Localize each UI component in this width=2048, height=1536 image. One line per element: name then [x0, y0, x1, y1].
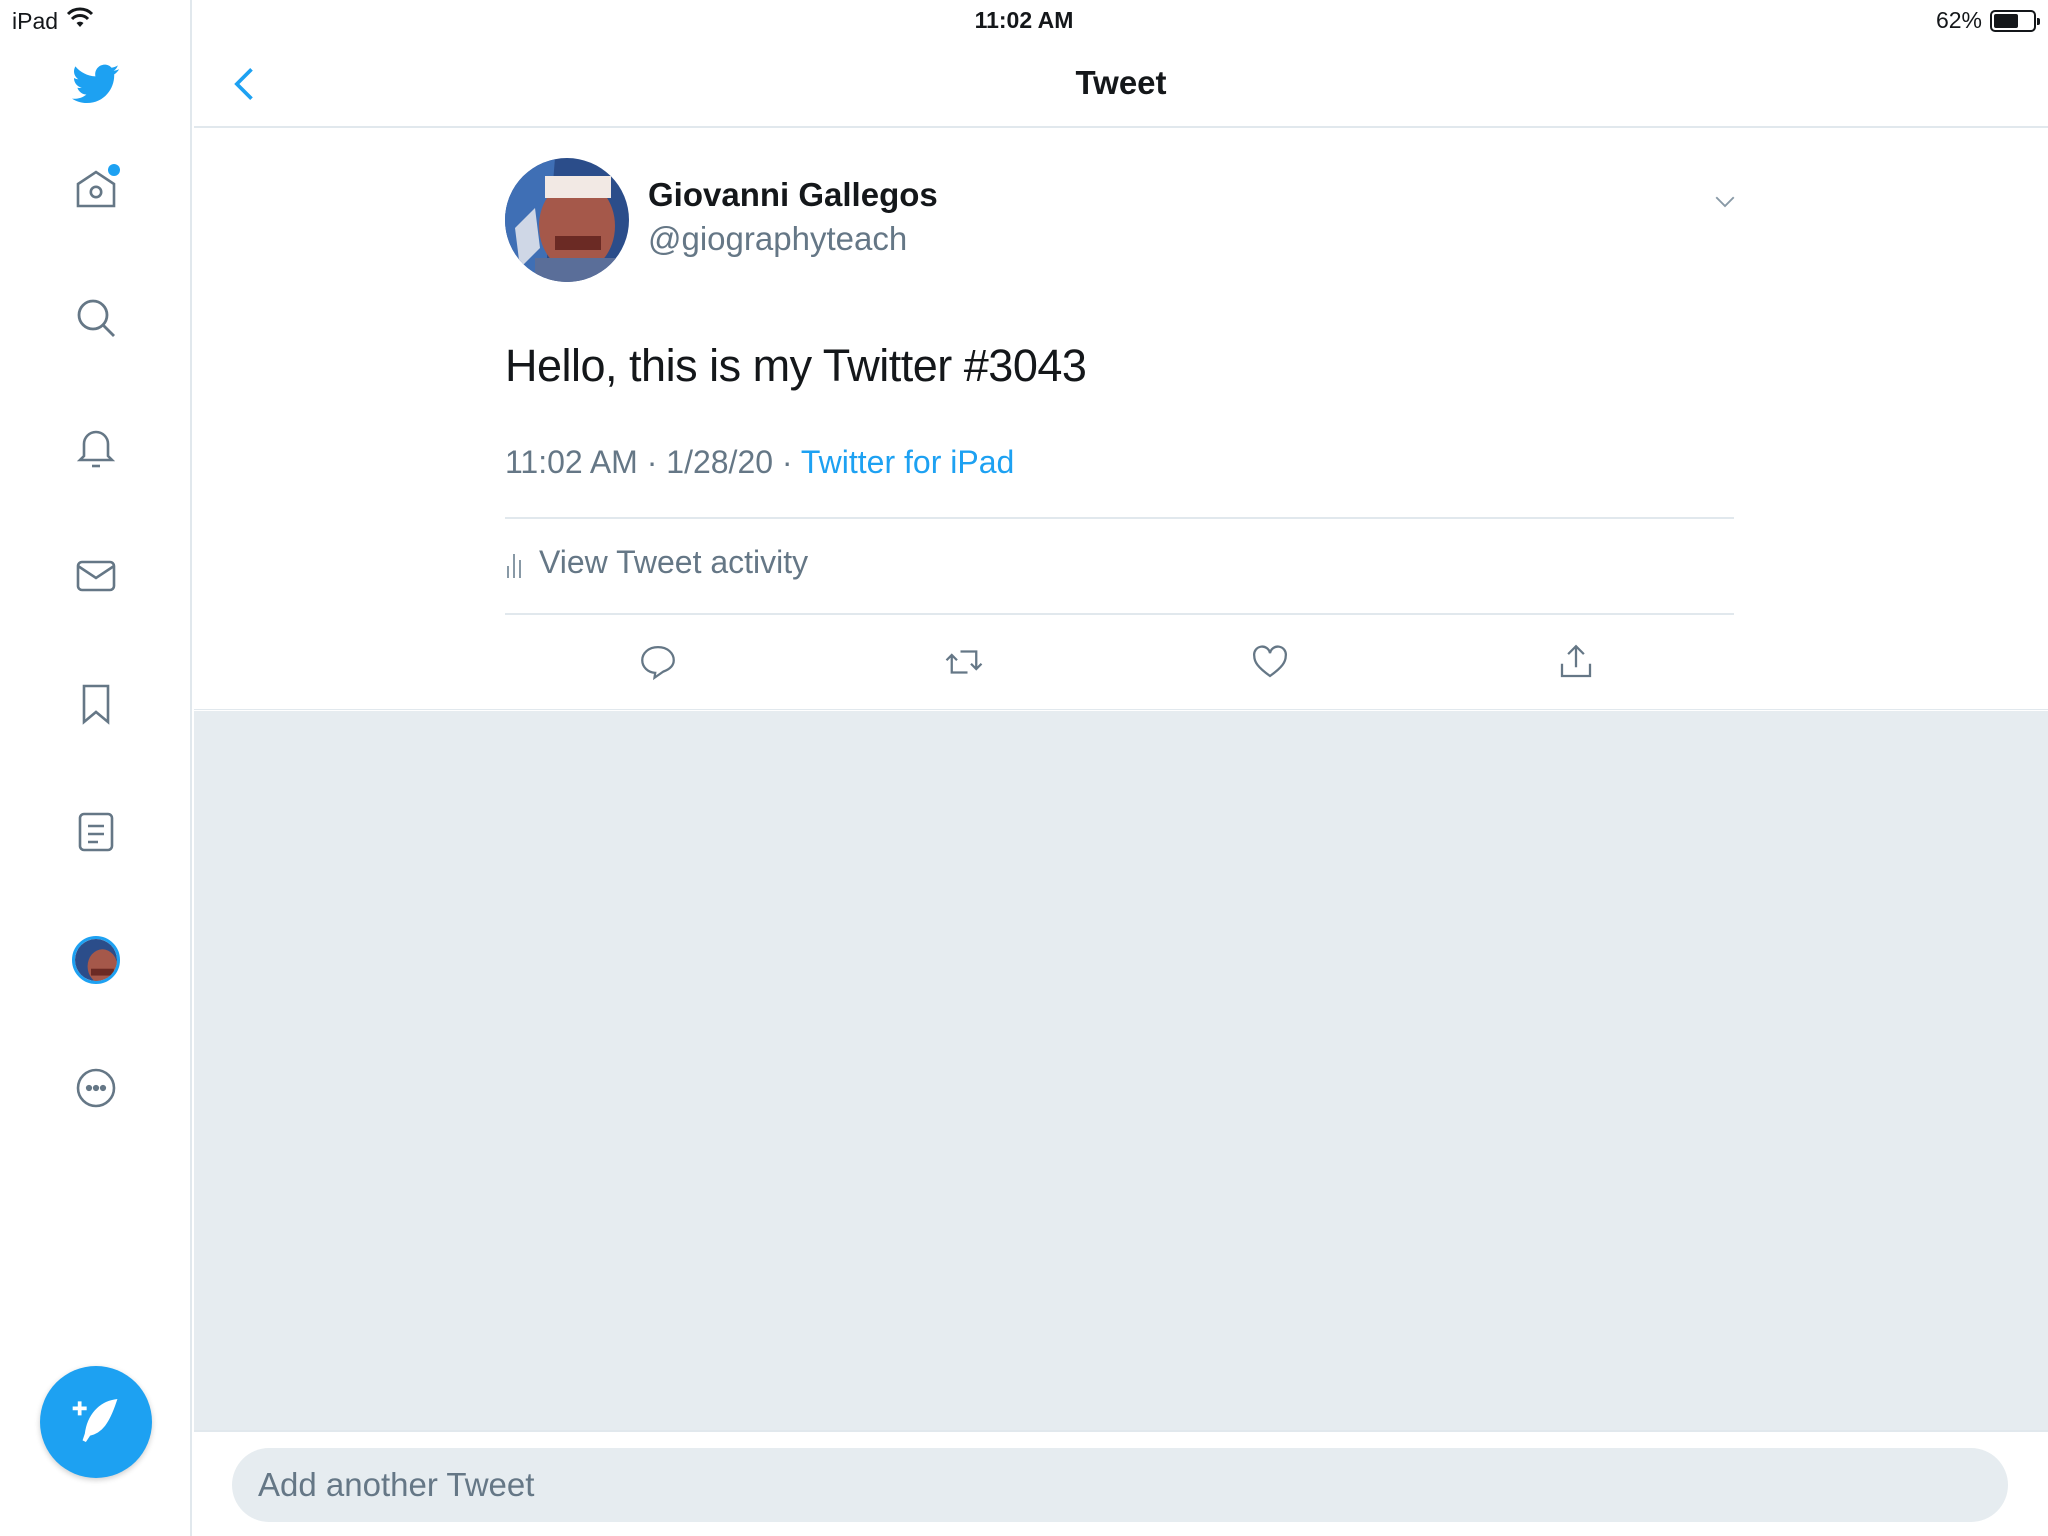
author-handle[interactable]: @giographyteach — [648, 220, 907, 258]
status-right: 62% — [1935, 7, 2040, 34]
avatar — [72, 936, 120, 984]
status-time: 11:02 AM — [974, 7, 1074, 33]
analytics-icon — [507, 553, 521, 578]
tweet-options-button[interactable] — [1710, 186, 1740, 216]
compose-tweet-button[interactable] — [40, 1366, 152, 1478]
messages-envelope-icon[interactable] — [66, 546, 126, 606]
reply-bar — [194, 1430, 2048, 1536]
reply-icon — [641, 645, 675, 681]
compose-tweet-icon — [68, 1392, 124, 1453]
status-bar: iPad 11:02 AM 62% — [0, 0, 2048, 40]
notifications-bell-icon[interactable] — [66, 418, 126, 478]
reply-button[interactable] — [634, 638, 682, 686]
add-another-tweet-input[interactable] — [232, 1448, 2008, 1522]
divider — [505, 613, 1734, 615]
more-icon[interactable] — [66, 1058, 126, 1118]
author-name[interactable]: Giovanni Gallegos — [648, 176, 938, 214]
page-title: Tweet — [1075, 64, 1167, 101]
divider — [505, 517, 1734, 519]
tweet-meta: 11:02 AM · 1/28/20 · Twitter for iPad — [505, 444, 1014, 481]
search-icon[interactable] — [66, 288, 126, 348]
bookmarks-icon[interactable] — [66, 674, 126, 734]
like-icon — [1253, 645, 1287, 678]
lists-icon[interactable] — [66, 802, 126, 862]
view-tweet-activity-label: View Tweet activity — [539, 544, 809, 580]
share-button[interactable] — [1552, 638, 1600, 686]
tweet-timestamp: 11:02 AM · 1/28/20 · — [505, 444, 801, 480]
header: Tweet — [194, 40, 2048, 128]
battery-percent: 62% — [1935, 7, 1982, 33]
view-tweet-activity-button[interactable]: View Tweet activity — [505, 544, 808, 581]
tweet-detail: Giovanni Gallegos @giographyteach Hello,… — [194, 130, 2048, 710]
profile-avatar[interactable] — [66, 930, 126, 990]
notification-dot — [108, 164, 120, 176]
retweet-icon — [945, 650, 983, 674]
tweet-source-link[interactable]: Twitter for iPad — [801, 444, 1014, 480]
chevron-down-icon — [1715, 196, 1735, 208]
empty-replies-area — [194, 711, 2048, 1430]
retweet-button[interactable] — [940, 638, 988, 686]
battery-icon — [1990, 9, 2040, 32]
sidebar — [0, 0, 192, 1536]
home-icon[interactable] — [66, 160, 126, 220]
share-icon — [1560, 644, 1592, 678]
battery-fill — [1994, 13, 2018, 28]
tweet-text: Hello, this is my Twitter #3043 — [505, 340, 1087, 391]
twitter-logo-icon[interactable] — [66, 54, 126, 114]
like-button[interactable] — [1246, 638, 1294, 686]
author-avatar[interactable] — [505, 158, 629, 282]
